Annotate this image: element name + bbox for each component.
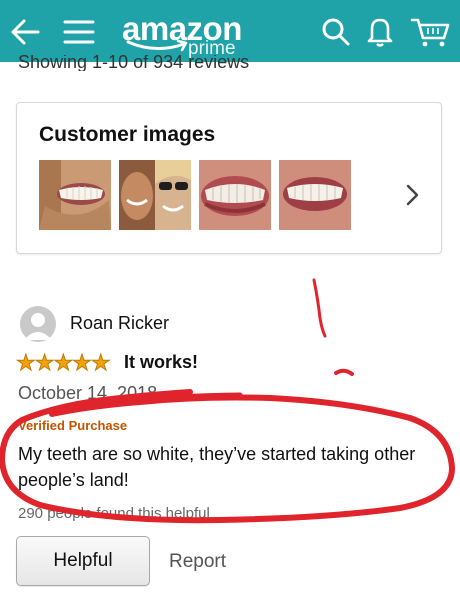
cart-icon[interactable] bbox=[410, 16, 452, 48]
reviewer-name[interactable]: Roan Ricker bbox=[70, 313, 169, 334]
customer-image-thumbnail[interactable] bbox=[279, 160, 351, 230]
smile-arrow-icon bbox=[126, 39, 188, 52]
star-rating: ★★★★★ bbox=[16, 350, 112, 376]
helpful-button[interactable]: Helpful bbox=[16, 536, 150, 586]
annotation-scribble-stroke bbox=[312, 278, 327, 338]
review-headline: It works! bbox=[124, 352, 199, 372]
report-link[interactable]: Report bbox=[169, 551, 226, 573]
reviewer-avatar bbox=[20, 306, 56, 342]
bell-icon[interactable] bbox=[364, 14, 396, 48]
menu-icon[interactable] bbox=[62, 18, 96, 46]
annotation-scribble-dot bbox=[334, 368, 354, 376]
amazon-prime-logo[interactable]: amazon prime bbox=[118, 8, 258, 60]
customer-images-title: Customer images bbox=[39, 123, 216, 146]
chevron-right-icon[interactable] bbox=[403, 181, 423, 209]
top-app-bar: amazon prime bbox=[0, 0, 460, 62]
back-arrow-icon[interactable] bbox=[10, 18, 40, 46]
customer-image-thumbnail[interactable] bbox=[119, 160, 191, 230]
helpful-count: 290 people found this helpful bbox=[18, 505, 210, 522]
review-date: October 14, 2018 bbox=[18, 383, 158, 403]
customer-image-thumbnail[interactable] bbox=[199, 160, 271, 230]
search-icon[interactable] bbox=[320, 16, 352, 48]
customer-image-thumbnail[interactable] bbox=[39, 160, 111, 230]
reviews-showing-text: Showing 1-10 of 934 reviews bbox=[18, 55, 250, 71]
review-body: My teeth are so white, they’ve started t… bbox=[18, 444, 416, 490]
verified-purchase-badge: Verified Purchase bbox=[18, 418, 128, 433]
star-rating-stars: ★★★★★ bbox=[16, 350, 112, 376]
customer-images-card: Customer images bbox=[16, 102, 442, 254]
